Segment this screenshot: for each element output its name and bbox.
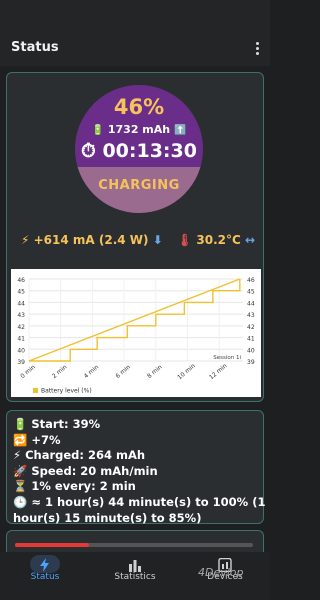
nav-statistics[interactable]: Statistics (90, 552, 180, 600)
live-stats: ⚡ +614 mA (2.4 W) ⬇ 🌡 30.2°C ↔ (7, 233, 265, 249)
hourglass-icon: ⏳ (13, 479, 28, 494)
capacity-value: 1732 mAh (107, 123, 171, 136)
battery-icon: 🔋 (13, 417, 28, 431)
progress-fill (15, 543, 89, 547)
repeat-icon: 🔁 (13, 432, 28, 447)
y-tick-label-left: 40 (17, 347, 25, 354)
y-tick-label-right: 45 (247, 289, 255, 296)
y-tick-label-right: 40 (247, 347, 255, 354)
x-tick-label: 0 min (19, 364, 37, 380)
x-tick-label: 12 min (208, 362, 229, 381)
eta-line-1: ≈ 1 hour(s) 44 minute(s) to 100% (1 (31, 494, 266, 509)
x-tick-label: 4 min (83, 364, 101, 380)
charging-state: CHARGING (98, 178, 180, 193)
y-tick-label-right: 41 (247, 336, 255, 343)
more-options-icon[interactable] (255, 42, 261, 56)
app-bar: Status (0, 0, 270, 66)
chart-annotation: Session 1i (213, 355, 241, 361)
y-tick-label-left: 46 (17, 277, 25, 284)
y-tick-label-right: 44 (247, 300, 255, 307)
y-tick-label-right: 43 (247, 312, 255, 319)
nav-status[interactable]: Status (0, 552, 90, 600)
battery-gauge: 46% 🔋 1732 mAh ⬆️ ⏱ 00:13:30 CHARGING (75, 85, 203, 213)
battery-level-chart: 39 39 40 40 41 41 42 42 43 43 44 44 45 45 46 46 0 min 2 m… (11, 269, 261, 397)
swap-horizontal-icon: ↔ (245, 233, 256, 247)
charged-amount: Charged: 264 mAh (25, 448, 146, 463)
arrow-down-icon: ⬇ (152, 233, 163, 247)
battery-icon: 🔋 (91, 125, 105, 136)
stopwatch-icon: ⏱ (81, 140, 96, 162)
eta-line-2: hour(s) 15 minute(s) to 85%) (13, 510, 202, 525)
lightning-icon (40, 558, 49, 572)
page-title: Status (11, 40, 59, 55)
y-tick-label-left: 44 (17, 300, 25, 307)
y-tick-label-left: 43 (17, 312, 25, 319)
battery-percent: 46% (113, 95, 165, 119)
start-level: Start: 39% (31, 417, 101, 431)
x-tick-label: 8 min (146, 364, 164, 380)
rocket-icon: 🚀 (13, 463, 28, 478)
status-card: 46% 🔋 1732 mAh ⬆️ ⏱ 00:13:30 CHARGING ⚡ … (6, 72, 264, 402)
y-tick-label-right: 42 (247, 324, 255, 331)
charge-rate: 1% every: 2 min (31, 479, 136, 494)
x-tick-label: 10 min (176, 362, 197, 381)
y-tick-label-left: 39 (17, 359, 25, 366)
charge-speed: Speed: 20 mAh/min (31, 463, 158, 478)
lightning-icon: ⚡ (13, 448, 22, 463)
watermark-text: 4Devlop (198, 566, 244, 579)
current-value: +614 mA (2.4 W) (33, 233, 149, 247)
level-gain: +7% (31, 432, 61, 447)
lightning-icon: ⚡ (21, 233, 30, 247)
x-tick-label: 2 min (51, 364, 69, 380)
y-tick-label-right: 39 (247, 359, 255, 366)
y-tick-label-left: 41 (17, 336, 25, 343)
arrow-up-icon: ⬆️ (173, 125, 187, 136)
y-tick-label-left: 45 (17, 289, 25, 296)
session-info-card: 🔋 Start: 39% 🔁 +7% ⚡ Charged: 264 mAh 🚀 … (6, 410, 266, 525)
clock-icon: 🕒 (13, 494, 28, 509)
thermometer-icon: 🌡 (177, 233, 193, 247)
y-tick-label-right: 46 (247, 277, 255, 284)
temperature-value: 30.2°C (196, 233, 241, 247)
bar-chart-icon (129, 560, 141, 572)
legend-label: Battery level (%) (41, 388, 92, 395)
charge-timer: 00:13:30 (102, 140, 197, 162)
y-tick-label-left: 42 (17, 324, 25, 331)
legend-swatch (33, 388, 38, 393)
chart-svg: 39 39 40 40 41 41 42 42 43 43 44 44 45 45 46 46 0 min 2 m… (17, 277, 255, 395)
x-tick-label: 6 min (114, 364, 132, 380)
